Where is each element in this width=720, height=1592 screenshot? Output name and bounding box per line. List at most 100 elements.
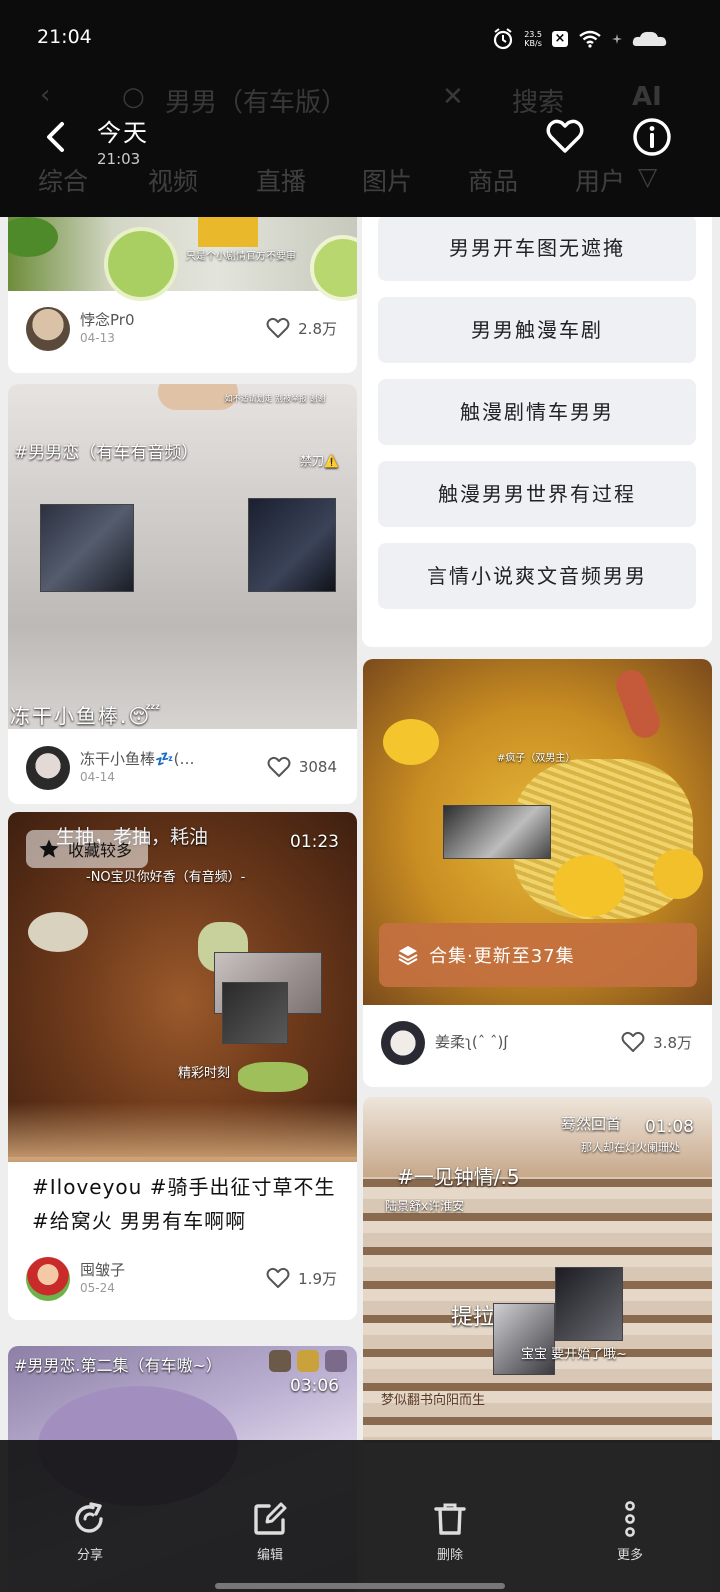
wifi-icon [579,30,601,48]
post-date: 04-14 [80,770,115,784]
ghost-tab: 用户 [575,167,626,196]
favorite-heart-icon[interactable] [546,118,584,156]
more-vertical-icon [625,1501,635,1537]
ghost-tab: 视频 [148,167,199,196]
page-title: 今天 [97,119,149,147]
card-meta: 冻干小鱼棒💤(… 04-14 3084 [8,746,357,790]
avatar[interactable] [381,1021,425,1065]
video-duration: 03:06 [290,1376,339,1396]
thumb-caption: 梦似翻书向阳而生 [381,1393,486,1408]
home-indicator[interactable] [215,1583,505,1589]
thumb-caption: 只是个小剧情官方不要审 [186,251,296,262]
ghost-tab: 商品 [468,167,519,196]
ghost-tab: 综合 [38,167,89,196]
ghost-search-icon: ○ [122,82,145,112]
ghost-search-label: 搜索 [512,88,565,118]
feed-card[interactable]: 只是个小剧情官方不要审 悖念Pr0 04-13 2.8万 [8,217,357,373]
header-title-block: 今天 21:03 [97,113,149,168]
still-frame [493,1303,555,1375]
feed-grid: 只是个小剧情官方不要审 悖念Pr0 04-13 2.8万 如不适请划走 别被举报… [0,217,720,1592]
avatar[interactable] [26,307,70,351]
sticker-icons [269,1350,347,1372]
delete-button[interactable]: 删除 [410,1500,490,1563]
thumb-caption: #男男恋.第二集（有车嗷~） [14,1356,222,1375]
like-count[interactable]: 3084 [267,756,337,778]
heart-icon [266,317,290,338]
related-search-chip[interactable]: 男男触漫车剧 [378,297,696,363]
card-meta: 囤皱子 05-24 1.9万 [8,1257,357,1301]
food-ball [653,849,703,899]
still-frame [555,1267,623,1341]
share-icon [75,1502,103,1533]
ghost-clear-icon: ✕ [442,82,464,112]
camera-icon [325,1350,347,1372]
avatar[interactable] [26,1257,70,1301]
related-search-chip[interactable]: 触漫剧情车男男 [378,379,696,445]
series-banner[interactable]: 合集·更新至37集 [379,923,697,987]
ghost-search-query: 男男（有车版） [165,88,348,118]
background-tabs: 综合 视频 直播 图片 商品 用户 ▽ [0,162,720,202]
still-frame [443,805,551,859]
pot-rim [8,1102,357,1162]
card-thumbnail: 蓦然回首 01:08 那人却在灯火阑珊处 #一见钟情/.5 陆景舒x许淮安 提拉… [363,1097,712,1443]
post-date: 04-13 [80,331,115,345]
author-name[interactable]: 姜柔ʅ(ˆ ˆ)ʃ [435,1031,508,1052]
page-subtitle: 21:03 [97,150,141,168]
bottom-toolbar: 分享 编辑 删除 更多 [0,1440,720,1592]
card-thumbnail: 生抽，老抽，耗油 收藏较多 01:23 -NO宝贝你好香（有音频）- 精彩时刻 [8,812,357,1162]
heart-icon [621,1031,645,1052]
thumb-caption: 蓦然回首 [561,1115,622,1133]
feed-card[interactable]: 如不适请划走 别被举报 谢谢 #男男恋（有车有音频） 禁刀⚠️ 冻干小鱼棒.😴 … [8,384,357,804]
food-ball [383,719,439,765]
status-time: 21:04 [37,26,92,48]
like-count[interactable]: 1.9万 [266,1267,337,1289]
layers-icon [398,946,418,966]
related-search-chip[interactable]: 触漫男男世界有过程 [378,461,696,527]
still-frame [222,982,288,1044]
alarm-icon [494,28,513,50]
feed-card[interactable]: #疯子（双男主） 合集·更新至37集 姜柔ʅ(ˆ ˆ)ʃ 3.8万 [363,659,712,1087]
leaf-shape [8,217,58,257]
thumb-caption: 冻干小鱼棒.😴 [10,704,163,728]
net-speed: 23.5 KB/s [524,30,542,48]
author-name[interactable]: 冻干小鱼棒💤(… [80,748,195,769]
card-meta: 姜柔ʅ(ˆ ˆ)ʃ 3.8万 [363,1021,712,1065]
author-name[interactable]: 悖念Pr0 [80,309,135,330]
more-button[interactable]: 更多 [590,1500,670,1563]
sticker-icon [297,1350,319,1372]
related-search-chip[interactable]: 言情小说爽文音频男男 [378,543,696,609]
thumb-caption: #男男恋（有车有音频） [14,443,199,463]
food-ball [553,855,625,917]
ghost-tab: 直播 [256,167,307,196]
like-count[interactable]: 2.8万 [266,317,337,339]
lime-slice [310,235,357,301]
top-bar: 21:04 23.5 KB/s × ‹ ○ 男男（有车版） ✕ 搜索 AI 综合… [0,0,720,217]
still-frame [248,498,336,592]
avatar[interactable] [26,746,70,790]
collect-badge: 收藏较多 [26,830,149,868]
share-button[interactable]: 分享 [50,1500,130,1563]
still-frame [40,504,134,592]
thumb-caption: #一见钟情/.5 [397,1165,520,1189]
card-thumbnail: 如不适请划走 别被举报 谢谢 #男男恋（有车有音频） 禁刀⚠️ 冻干小鱼棒.😴 [8,384,357,729]
lime-slice [104,227,178,301]
video-duration: 01:23 [290,832,339,852]
thumb-caption: 陆景舒x许淮安 [385,1199,465,1213]
thumb-caption: 禁刀⚠️ [300,454,339,468]
yellow-object [198,217,258,247]
thumb-caption: -NO宝贝你好香（有音频）- [86,870,246,885]
sparkle-icon [612,34,622,44]
thumb-caption: 精彩时刻 [178,1066,231,1081]
notification-x-icon: × [552,31,568,47]
related-search-chip[interactable]: 男男开车图无遮掩 [378,217,696,281]
battery-icon [632,31,667,46]
author-name[interactable]: 囤皱子 [80,1259,125,1280]
like-count[interactable]: 3.8万 [621,1031,692,1053]
star-icon [39,839,59,858]
info-icon[interactable] [632,117,672,157]
thumb-caption: #疯子（双男主） [497,753,576,764]
edit-button[interactable]: 编辑 [230,1500,310,1563]
feed-card[interactable]: 生抽，老抽，耗油 收藏较多 01:23 -NO宝贝你好香（有音频）- 精彩时刻 … [8,812,357,1320]
back-arrow-icon[interactable] [40,120,74,154]
card-title: #Iloveyou #骑手出征寸草不生 #给窝火 男男有车啊啊 [32,1175,336,1233]
